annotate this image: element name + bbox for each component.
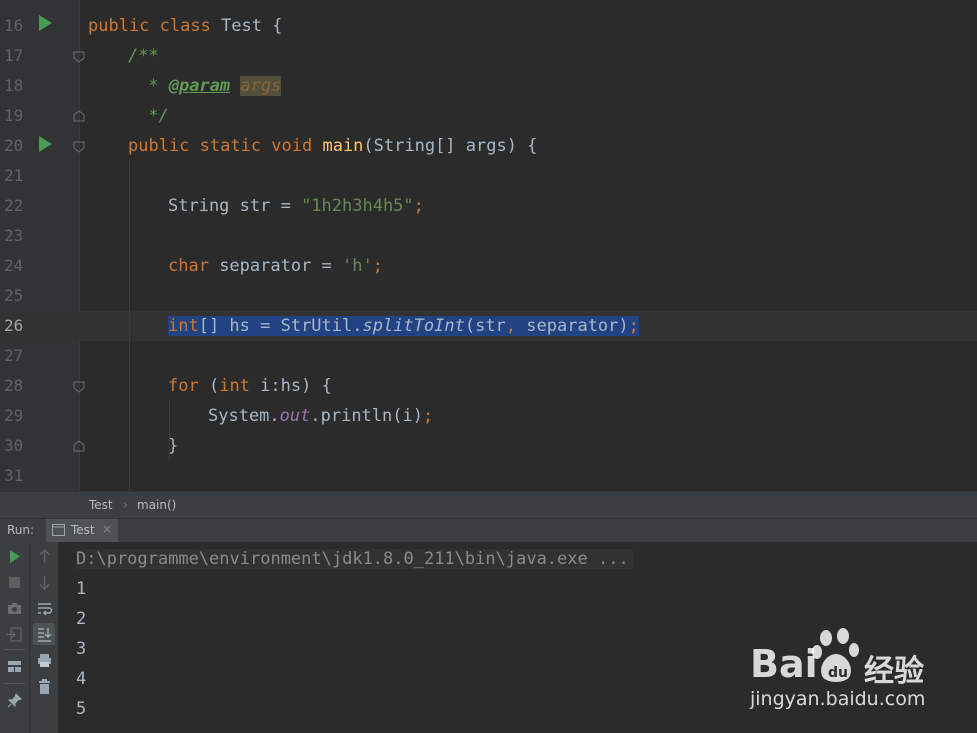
soft-wrap-icon[interactable] <box>36 600 53 617</box>
code-line-17[interactable]: 17 /** <box>0 41 977 71</box>
console-command: D:\programme\environment\jdk1.8.0_211\bi… <box>76 549 633 569</box>
console-output-line: 3 <box>76 639 87 659</box>
toolbar-divider <box>4 649 25 650</box>
code-line-27[interactable]: 27 <box>0 341 977 371</box>
chevron-right-icon: › <box>123 498 128 512</box>
close-icon[interactable]: × <box>102 522 112 536</box>
line-number: 21 <box>4 166 24 185</box>
code-text[interactable]: public class Test { <box>88 11 282 41</box>
exit-icon[interactable] <box>6 626 23 643</box>
fold-end-icon[interactable] <box>73 110 85 122</box>
line-number: 31 <box>4 466 24 485</box>
code-line-21[interactable]: 21 <box>0 161 977 191</box>
baidu-jingyan-watermark: Bai du 经验 jingyan.baidu.com <box>750 628 960 718</box>
watermark-suffix: 经验 <box>864 654 924 689</box>
code-editor[interactable]: 16 public class Test {17/** 18 * @param ar… <box>0 0 977 491</box>
line-number: 18 <box>4 76 24 95</box>
toolbar-divider <box>4 683 25 684</box>
line-number: 29 <box>4 406 24 425</box>
code-line-30[interactable]: 30} <box>0 431 977 461</box>
run-tab[interactable]: Test × <box>46 519 118 542</box>
run-main-icon[interactable] <box>39 136 52 152</box>
breadcrumb-class[interactable]: Test <box>89 498 113 512</box>
line-number: 24 <box>4 256 24 275</box>
console-output-line: 1 <box>76 579 87 599</box>
code-text[interactable]: * @param args <box>138 71 282 101</box>
line-number: 20 <box>4 136 24 155</box>
code-text[interactable]: /** <box>128 41 159 71</box>
line-number: 22 <box>4 196 24 215</box>
paw-logo-icon: du <box>812 628 859 682</box>
pin-icon[interactable] <box>6 692 23 709</box>
camera-icon[interactable] <box>6 600 23 617</box>
arrow-up-icon[interactable] <box>36 548 53 565</box>
line-number: 19 <box>4 106 24 125</box>
code-text[interactable]: System.out.println(i); <box>208 401 433 431</box>
code-text[interactable]: int[] hs = StrUtil.splitToInt(str, separ… <box>168 311 639 341</box>
line-number: 23 <box>4 226 24 245</box>
run-tab-label: Test <box>71 523 95 537</box>
watermark-brand: Bai <box>750 642 818 686</box>
line-number: 17 <box>4 46 24 65</box>
run-class-icon[interactable] <box>39 15 52 31</box>
run-label: Run: <box>7 523 35 537</box>
code-line-29[interactable]: 29 System.out.println(i); <box>0 401 977 431</box>
scroll-to-end-icon <box>38 628 52 642</box>
rerun-icon[interactable] <box>6 548 23 565</box>
fold-start-icon[interactable] <box>73 51 85 63</box>
code-line-25[interactable]: 25 <box>0 281 977 311</box>
code-text[interactable]: */ <box>138 101 168 131</box>
code-line-20[interactable]: 20 public static void main(String[] args)… <box>0 131 977 161</box>
breadcrumb-method[interactable]: main() <box>137 498 176 512</box>
line-number: 28 <box>4 376 24 395</box>
console-output-line: 4 <box>76 669 87 689</box>
code-text[interactable]: public static void main(String[] args) { <box>128 131 537 161</box>
code-line-26[interactable]: 26 int[] hs = StrUtil.splitToInt(str, sep… <box>0 311 977 341</box>
line-number: 26 <box>4 316 24 335</box>
code-line-16[interactable]: 16 public class Test { <box>0 11 977 41</box>
run-toolbar-primary <box>0 542 29 733</box>
line-number: 30 <box>4 436 24 455</box>
code-text[interactable]: for (int i:hs) { <box>168 371 332 401</box>
fold-end-icon[interactable] <box>73 440 85 452</box>
code-text[interactable]: char separator = 'h'; <box>168 251 383 281</box>
watermark-url: jingyan.baidu.com <box>750 688 926 710</box>
fold-start-icon[interactable] <box>73 141 85 153</box>
code-line-22[interactable]: 22 String str = "1h2h3h4h5"; <box>0 191 977 221</box>
stop-icon[interactable] <box>6 574 23 591</box>
code-line-19[interactable]: 19 */ <box>0 101 977 131</box>
code-line-18[interactable]: 18 * @param args <box>0 71 977 101</box>
line-number: 25 <box>4 286 24 305</box>
print-icon[interactable] <box>36 652 53 669</box>
svg-text:du: du <box>828 665 848 681</box>
console-icon <box>52 524 65 536</box>
console-output-line: 5 <box>76 699 87 719</box>
line-number: 16 <box>4 16 24 35</box>
breadcrumb: Test › main() <box>0 491 977 518</box>
run-tool-window-header: Run: Test × <box>0 518 977 542</box>
console-output-line: 2 <box>76 609 87 629</box>
indent-guide <box>129 160 130 491</box>
scroll-to-end-toggle[interactable] <box>33 623 55 645</box>
layout-icon[interactable] <box>6 658 23 675</box>
code-text[interactable]: String str = "1h2h3h4h5"; <box>168 191 424 221</box>
trash-icon[interactable] <box>36 678 53 695</box>
run-toolbar-secondary <box>29 542 58 733</box>
indent-guide <box>169 400 170 460</box>
code-line-31[interactable]: 31 <box>0 461 977 491</box>
console-command-line: D:\programme\environment\jdk1.8.0_211\bi… <box>76 544 633 574</box>
code-line-24[interactable]: 24 char separator = 'h'; <box>0 251 977 281</box>
fold-start-icon[interactable] <box>73 381 85 393</box>
code-line-28[interactable]: 28 for (int i:hs) { <box>0 371 977 401</box>
line-number: 27 <box>4 346 24 365</box>
code-line-23[interactable]: 23 <box>0 221 977 251</box>
arrow-down-icon[interactable] <box>36 574 53 591</box>
